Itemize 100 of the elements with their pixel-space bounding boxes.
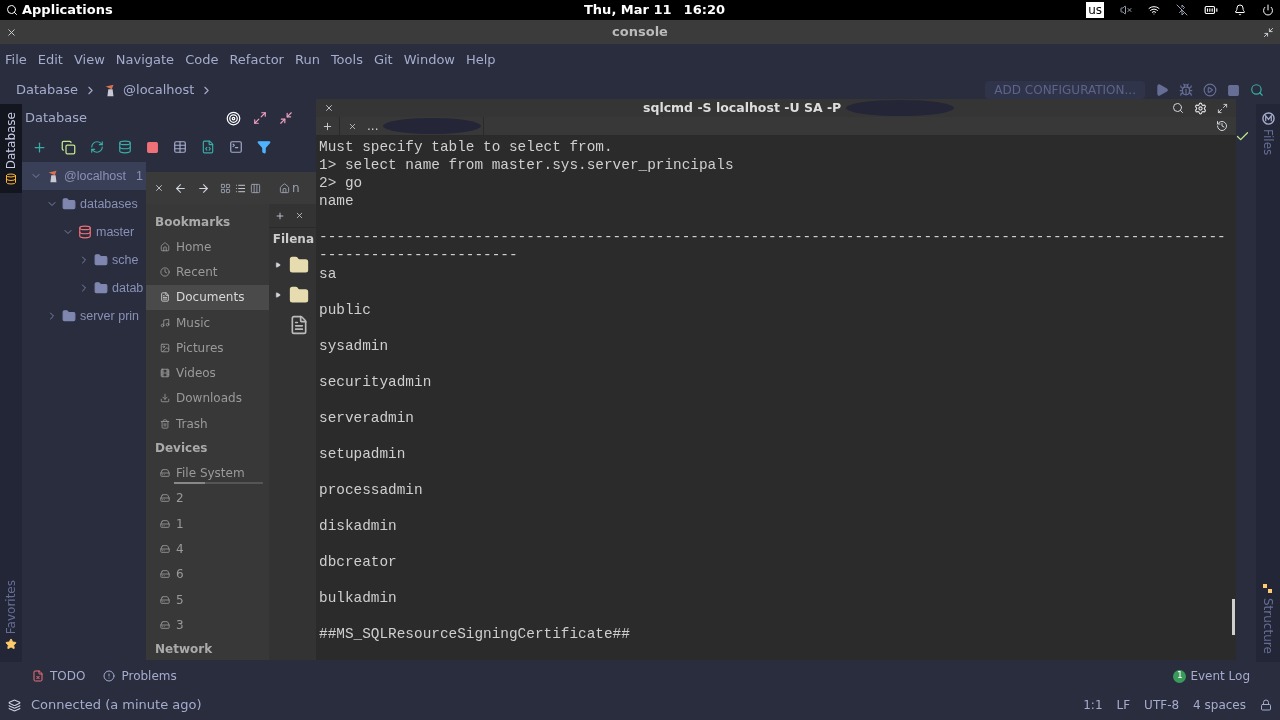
power-icon[interactable]: [1262, 4, 1274, 16]
files-tool-icon[interactable]: [1261, 112, 1275, 125]
lock-icon[interactable]: [1260, 699, 1272, 711]
close-icon[interactable]: [154, 183, 164, 193]
breadcrumb-item[interactable]: @localhost: [123, 80, 195, 100]
run-icon[interactable]: [1155, 83, 1169, 97]
favorites-tool-tab[interactable]: Favorites: [0, 575, 22, 654]
todo-tab[interactable]: TODO: [50, 667, 86, 685]
sidebar-item[interactable]: 3: [146, 612, 269, 638]
status-item[interactable]: 4 spaces: [1193, 696, 1246, 714]
menu-item[interactable]: Help: [466, 50, 496, 70]
close-icon[interactable]: [6, 26, 17, 38]
tree-row[interactable]: server prin: [22, 302, 146, 330]
history-icon[interactable]: [1216, 120, 1228, 132]
menu-item[interactable]: Edit: [37, 50, 63, 70]
search-icon[interactable]: [6, 4, 18, 16]
tree-row[interactable]: @localhost 1: [22, 162, 146, 190]
close-tab-icon[interactable]: [294, 211, 304, 220]
refresh-icon[interactable]: [90, 140, 104, 154]
structure-tool-icon[interactable]: [1263, 584, 1273, 595]
add-icon[interactable]: [32, 139, 47, 155]
terminal-tab[interactable]: ...: [339, 117, 484, 135]
path-button[interactable]: n: [292, 179, 300, 197]
layers-icon[interactable]: [8, 698, 21, 712]
new-tab-icon[interactable]: [322, 120, 333, 132]
sidebar-item[interactable]: 6: [146, 561, 269, 587]
console-icon[interactable]: [229, 140, 243, 154]
sidebar-item[interactable]: File System: [146, 460, 269, 486]
search-icon[interactable]: [1172, 102, 1184, 114]
menu-item[interactable]: Navigate: [115, 50, 175, 70]
event-log-tab[interactable]: Event Log: [1190, 667, 1250, 685]
menu-item[interactable]: Code: [185, 50, 219, 70]
tree-row[interactable]: sche: [22, 246, 146, 274]
problems-icon[interactable]: [103, 670, 116, 682]
structure-tool-tab[interactable]: Structure: [1259, 598, 1277, 654]
menu-item[interactable]: View: [73, 50, 105, 70]
menu-item[interactable]: Refactor: [229, 50, 284, 70]
sidebar-item[interactable]: Downloads: [146, 385, 269, 412]
target-icon[interactable]: [226, 110, 241, 126]
bluetooth-icon[interactable]: [1176, 4, 1188, 16]
status-item[interactable]: UTF-8: [1144, 696, 1180, 714]
drive-icon: [160, 518, 170, 529]
file-code-icon[interactable]: [201, 140, 215, 154]
menu-item[interactable]: Window: [403, 50, 455, 70]
files-tool-tab[interactable]: Files: [1259, 129, 1277, 156]
battery-icon[interactable]: [1204, 3, 1218, 17]
table-icon[interactable]: [173, 140, 187, 154]
folder-icon: [288, 255, 309, 275]
expand-all-icon[interactable]: [253, 110, 267, 125]
sidebar-item[interactable]: 4: [146, 536, 269, 562]
database-tool-tab[interactable]: Database: [0, 104, 22, 194]
breadcrumb-item[interactable]: Database: [16, 80, 79, 100]
stop-icon[interactable]: [146, 140, 159, 154]
menu-item[interactable]: Tools: [330, 50, 363, 70]
collapse-all-icon[interactable]: [279, 110, 293, 125]
menu-item[interactable]: Run: [294, 50, 320, 70]
sidebar-item[interactable]: Music: [146, 309, 269, 336]
tree-row[interactable]: datab: [22, 274, 146, 302]
sidebar-item[interactable]: Home: [146, 234, 269, 260]
copy-icon[interactable]: [61, 139, 76, 155]
sidebar-item[interactable]: Pictures: [146, 335, 269, 361]
problems-tab[interactable]: Problems: [121, 667, 177, 685]
expander-icon[interactable]: [274, 292, 281, 298]
status-item[interactable]: LF: [1116, 696, 1131, 714]
sidebar-item[interactable]: 2: [146, 485, 269, 511]
expander-icon[interactable]: [274, 262, 281, 268]
tree-row[interactable]: master: [22, 218, 146, 246]
sidebar-item[interactable]: Videos: [146, 360, 269, 386]
column-view-icon[interactable]: [250, 182, 261, 194]
back-icon[interactable]: [174, 181, 187, 195]
home-icon[interactable]: [279, 182, 290, 194]
filter-icon[interactable]: [257, 140, 271, 154]
menu-item[interactable]: Git: [373, 50, 393, 70]
keyboard-layout[interactable]: us: [1086, 2, 1104, 18]
new-tab-icon[interactable]: [274, 210, 285, 221]
column-header[interactable]: Filena: [268, 228, 318, 250]
close-icon[interactable]: [324, 103, 334, 113]
sidebar-item[interactable]: 5: [146, 586, 269, 613]
icon-view-icon[interactable]: [220, 182, 231, 194]
database-search-icon[interactable]: [118, 140, 132, 154]
tree-row[interactable]: databases: [22, 190, 146, 218]
sidebar-item[interactable]: Trash: [146, 411, 269, 437]
stop-icon[interactable]: [1227, 83, 1240, 97]
sidebar-item[interactable]: Documents: [146, 284, 269, 310]
list-view-icon[interactable]: [235, 182, 246, 194]
sidebar-item[interactable]: 1: [146, 510, 269, 537]
bell-icon[interactable]: [1234, 4, 1246, 16]
sidebar-item[interactable]: Recent: [146, 259, 269, 285]
settings-icon[interactable]: [1194, 101, 1207, 115]
wifi-icon[interactable]: [1148, 4, 1160, 16]
restore-icon[interactable]: [1263, 26, 1274, 38]
status-item[interactable]: 1:1: [1083, 696, 1103, 714]
mute-icon[interactable]: [1120, 4, 1132, 16]
applications-menu[interactable]: Applications: [22, 0, 113, 20]
todo-icon[interactable]: [32, 670, 44, 682]
menu-item[interactable]: File: [5, 50, 27, 70]
scrollbar-thumb[interactable]: [1232, 599, 1235, 635]
forward-icon[interactable]: [197, 181, 210, 195]
maximize-icon[interactable]: [1217, 102, 1228, 114]
close-tab-icon[interactable]: [348, 121, 357, 131]
